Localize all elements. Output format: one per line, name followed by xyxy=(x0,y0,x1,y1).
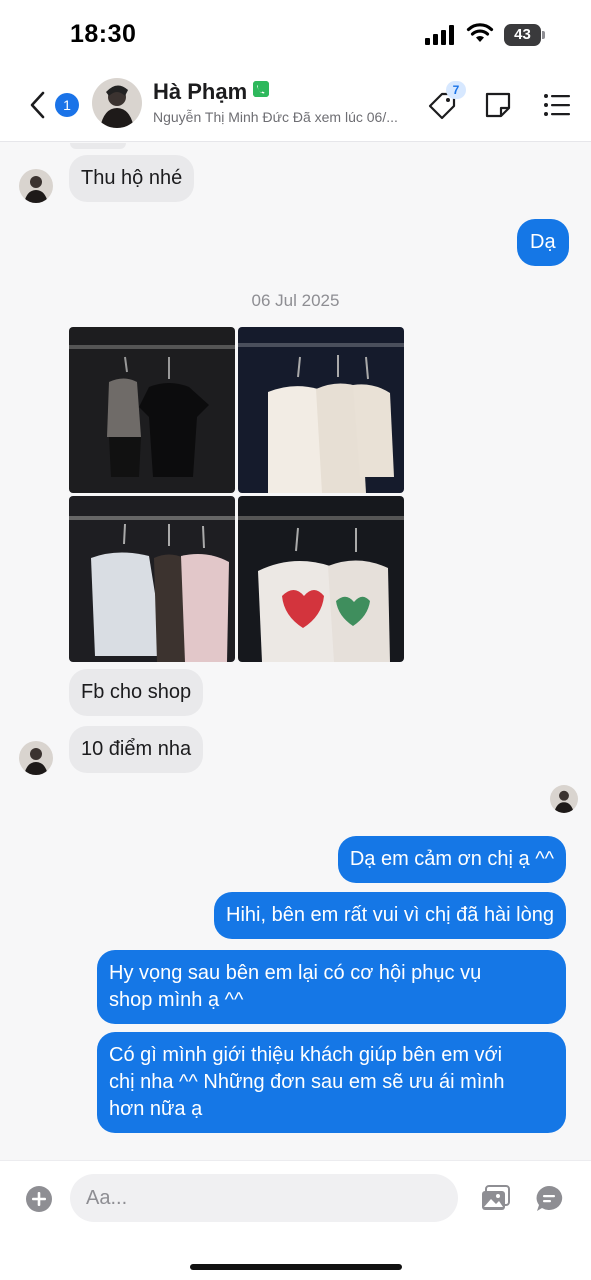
battery-icon: 43 xyxy=(504,24,546,46)
message-bubble-outgoing[interactable]: Hihi, bên em rất vui vì chị đã hài lòng xyxy=(214,892,566,939)
message-line: Hy vọng sau bên em lại có cơ hội phục vụ xyxy=(109,962,482,984)
previous-message-edge xyxy=(70,143,126,149)
message-line: hơn nữa ạ xyxy=(109,1098,203,1120)
status-bar: 18:30 43 xyxy=(0,0,591,68)
message-bubble-outgoing[interactable]: Dạ xyxy=(517,219,569,266)
contact-avatar[interactable] xyxy=(92,78,142,128)
message-bubble-outgoing[interactable]: Có gì mình giới thiệu khách giúp bên em … xyxy=(97,1032,566,1133)
battery-level: 43 xyxy=(504,24,541,46)
message-line: shop mình ạ ^^ xyxy=(109,989,244,1011)
message-bubble-incoming[interactable]: Thu hộ nhé xyxy=(69,155,195,202)
message-line: Có gì mình giới thiệu khách giúp bên em … xyxy=(109,1044,503,1066)
message-bubble-incoming[interactable]: Fb cho shop xyxy=(69,669,204,716)
contact-avatar-small[interactable] xyxy=(19,741,53,775)
back-icon[interactable] xyxy=(28,90,48,120)
image-icon[interactable] xyxy=(481,1184,511,1212)
signal-icon xyxy=(425,25,454,45)
plus-icon[interactable] xyxy=(24,1184,54,1214)
message-input-bar xyxy=(0,1160,591,1280)
unread-badge[interactable]: 1 xyxy=(55,93,79,117)
photo-pink-tees[interactable] xyxy=(238,496,404,662)
date-separator: 06 Jul 2025 xyxy=(251,291,340,310)
contact-name: Hà Phạm xyxy=(153,79,248,104)
phone-icon xyxy=(253,81,269,97)
message-bubble-outgoing[interactable]: Dạ em cảm ơn chị ạ ^^ xyxy=(337,836,566,883)
message-bubble-incoming[interactable]: 10 điểm nha xyxy=(69,726,204,773)
message-input[interactable] xyxy=(70,1174,458,1222)
contact-avatar-small[interactable] xyxy=(19,169,53,203)
photo-white-blouses[interactable] xyxy=(238,327,404,493)
photo-mixed-blouses[interactable] xyxy=(69,496,235,662)
message-bubble-outgoing[interactable]: Hy vọng sau bên em lại có cơ hội phục vụ… xyxy=(97,950,566,1024)
status-time: 18:30 xyxy=(70,20,137,48)
chat-header: 1 Hà Phạm Nguyễn Thị Minh Đức Đã xem lúc… xyxy=(0,68,591,142)
message-line: chị nha ^^ Những đơn sau em sẽ ưu ái mìn… xyxy=(109,1071,505,1093)
wifi-icon xyxy=(466,23,494,42)
note-icon[interactable] xyxy=(483,90,513,120)
contact-subtitle: Nguyễn Thị Minh Đức Đã xem lúc 06/... xyxy=(153,109,398,125)
tag-count-badge: 7 xyxy=(446,81,466,99)
seen-avatar xyxy=(550,785,578,813)
menu-icon[interactable] xyxy=(543,92,571,118)
chat-icon[interactable] xyxy=(534,1184,564,1214)
home-indicator xyxy=(190,1264,402,1270)
photo-black-tops[interactable] xyxy=(69,327,235,493)
